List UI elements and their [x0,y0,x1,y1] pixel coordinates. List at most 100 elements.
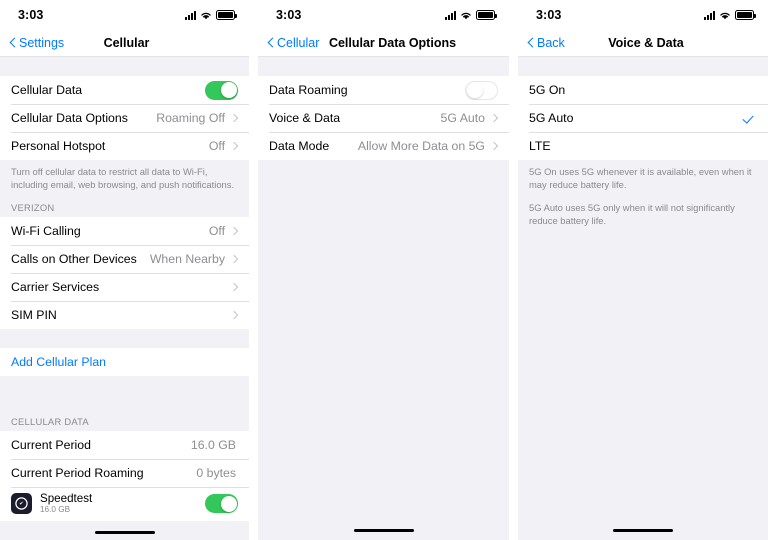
option-lte[interactable]: LTE [518,132,768,160]
data-options-group: Data Roaming Voice & Data 5G Auto Data M… [258,76,509,160]
top-spacer [0,57,249,76]
screen-cellular-data-options: 3:03 Cellular Cellular Data Options Data… [258,0,509,540]
back-button-label: Cellular [277,36,320,50]
row-app-speedtest[interactable]: Speedtest 16.0 GB [0,486,249,521]
chevron-right-icon [491,140,498,152]
row-current-period: Current Period 16.0 GB [0,430,249,459]
row-value: Off [208,139,225,153]
row-label: Add Cellular Plan [11,354,107,369]
row-label: Current Period [11,437,91,452]
chevron-right-icon [491,112,498,124]
row-data-mode[interactable]: Data Mode Allow More Data on 5G [258,132,509,160]
cellular-data-group: Cellular Data Cellular Data Options Roam… [0,76,249,160]
toggle-knob [467,82,483,98]
chevron-right-icon [231,225,238,237]
back-button-cellular[interactable]: Cellular [268,36,319,50]
row-value: When Nearby [149,251,225,266]
toggle-knob [220,495,237,512]
group-spacer-2 [0,376,249,409]
back-button-settings[interactable]: Settings [10,36,64,50]
top-spacer [518,57,768,76]
home-indicator [613,528,673,532]
status-icons [445,10,497,20]
row-carrier-services[interactable]: Carrier Services [0,272,249,301]
row-label: Cellular Data Options [11,111,128,125]
status-time: 3:03 [276,8,302,22]
row-data-roaming[interactable]: Data Roaming [258,76,509,104]
chevron-right-icon [231,140,238,152]
row-value: 0 bytes [196,465,236,480]
app-text-block: Speedtest 16.0 GB [40,492,205,515]
speedtest-toggle[interactable] [205,494,238,514]
toggle-knob [220,82,237,98]
row-label: LTE [529,139,551,153]
footnote-text-2: 5G Auto uses 5G only when it will not si… [529,201,735,227]
row-value: 5G Auto [440,111,485,125]
cellular-data-toggle[interactable] [205,80,238,100]
option-5g-auto[interactable]: 5G Auto [518,104,768,132]
row-label: Data Roaming [269,83,348,97]
settings-list: Cellular Data Cellular Data Options Roam… [0,57,249,540]
chevron-right-icon [231,309,238,321]
row-value: Allow More Data on 5G [357,139,485,153]
nav-bar: Cellular Cellular Data Options [258,30,509,57]
cellular-signal-icon [445,10,456,20]
row-label: Personal Hotspot [11,139,106,153]
settings-list: Data Roaming Voice & Data 5G Auto Data M… [258,57,509,540]
row-add-cellular-plan[interactable]: Add Cellular Plan [0,347,249,376]
row-label: Cellular Data [11,83,83,97]
wifi-icon [719,11,731,20]
screen-voice-and-data: 3:03 Back Voice & Data 5G On 5G Auto LTE… [518,0,768,540]
row-label: SIM PIN [11,307,57,322]
cellular-data-section-header: CELLULAR DATA [0,408,249,431]
nav-bar: Back Voice & Data [518,30,768,57]
home-indicator [94,530,155,534]
speedtest-app-icon [11,493,32,515]
app-name: Speedtest [40,492,93,506]
screenshot-root: 3:03 Settings Cellular Cellular Data Cel… [0,0,768,540]
row-personal-hotspot[interactable]: Personal Hotspot Off [0,132,249,160]
row-current-period-roaming: Current Period Roaming 0 bytes [0,458,249,487]
cellular-signal-icon [185,10,196,20]
row-label: 5G Auto [529,111,574,125]
chevron-right-icon [231,112,238,124]
row-label: Voice & Data [269,111,341,125]
back-button-label: Back [537,36,565,50]
row-label: Data Mode [269,139,330,153]
back-button[interactable]: Back [528,36,565,50]
row-sim-pin[interactable]: SIM PIN [0,300,249,329]
battery-icon [216,10,237,20]
status-time: 3:03 [536,8,562,22]
footnote-text: Turn off cellular data to restrict all d… [11,166,235,191]
data-roaming-toggle[interactable] [465,80,498,100]
chevron-right-icon [231,253,238,265]
row-label: Current Period Roaming [11,465,144,480]
row-voice-and-data[interactable]: Voice & Data 5G Auto [258,104,509,132]
chevron-left-icon [268,37,275,49]
battery-icon [735,10,756,20]
home-indicator [353,528,414,532]
status-icons [704,10,756,20]
nav-bar: Settings Cellular [0,30,249,57]
row-cellular-data[interactable]: Cellular Data [0,76,249,104]
row-label: Carrier Services [11,279,100,294]
cellular-data-footnote: Turn off cellular data to restrict all d… [0,160,249,195]
row-label: Wi-Fi Calling [11,223,81,238]
status-bar: 3:03 [0,0,249,30]
option-5g-on[interactable]: 5G On [518,76,768,104]
settings-list: 5G On 5G Auto LTE 5G On uses 5G whenever… [518,57,768,540]
footnote-text-1: 5G On uses 5G whenever it is available, … [529,166,752,191]
cellular-signal-icon [704,10,715,20]
status-icons [185,10,237,20]
row-cellular-data-options[interactable]: Cellular Data Options Roaming Off [0,104,249,132]
row-wifi-calling[interactable]: Wi-Fi Calling Off [0,216,249,245]
battery-icon [476,10,497,20]
voice-data-options-group: 5G On 5G Auto LTE [518,76,768,160]
top-spacer [258,57,509,76]
status-time: 3:03 [18,8,44,22]
status-bar: 3:03 [518,0,768,30]
row-calls-on-other-devices[interactable]: Calls on Other Devices When Nearby [0,244,249,273]
row-label: 5G On [529,83,566,97]
chevron-left-icon [10,37,17,49]
wifi-icon [460,11,472,20]
